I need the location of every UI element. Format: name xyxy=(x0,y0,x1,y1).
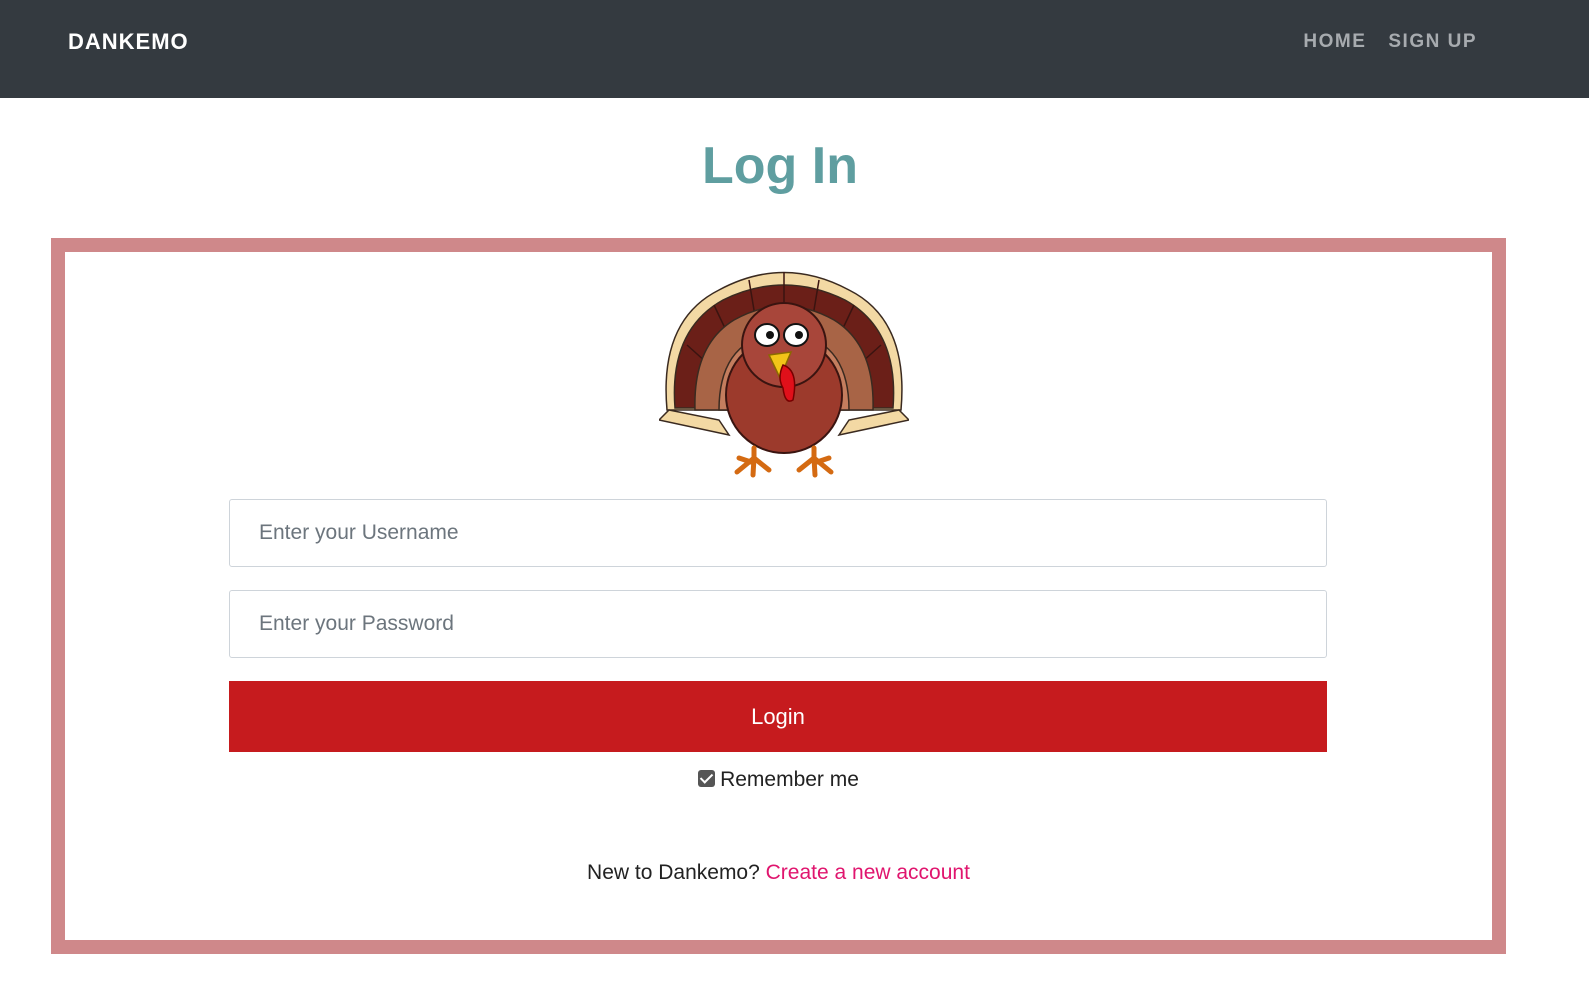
nav-home-link[interactable]: HOME xyxy=(1303,31,1366,53)
remember-me-checkbox[interactable] xyxy=(698,770,716,787)
turkey-mascot-image xyxy=(659,271,909,478)
brand-logo-link[interactable]: DANKEMO xyxy=(68,29,189,55)
signup-prompt-text: New to Dankemo? xyxy=(587,861,760,884)
remember-me-label[interactable]: Remember me xyxy=(720,768,859,791)
create-account-link[interactable]: Create a new account xyxy=(766,861,970,884)
remember-me-row: Remember me xyxy=(65,768,1492,792)
signup-prompt-row: New to Dankemo? Create a new account xyxy=(65,861,1492,885)
username-input[interactable] xyxy=(229,499,1327,567)
login-card: Login Remember me New to Dankemo? Create… xyxy=(51,238,1506,954)
page-title: Log In xyxy=(702,137,858,195)
navbar: DANKEMO HOME SIGN UP xyxy=(0,0,1589,98)
nav-links: HOME SIGN UP xyxy=(1303,31,1477,53)
password-input[interactable] xyxy=(229,590,1327,658)
login-button[interactable]: Login xyxy=(229,681,1327,752)
nav-signup-link[interactable]: SIGN UP xyxy=(1388,31,1477,53)
